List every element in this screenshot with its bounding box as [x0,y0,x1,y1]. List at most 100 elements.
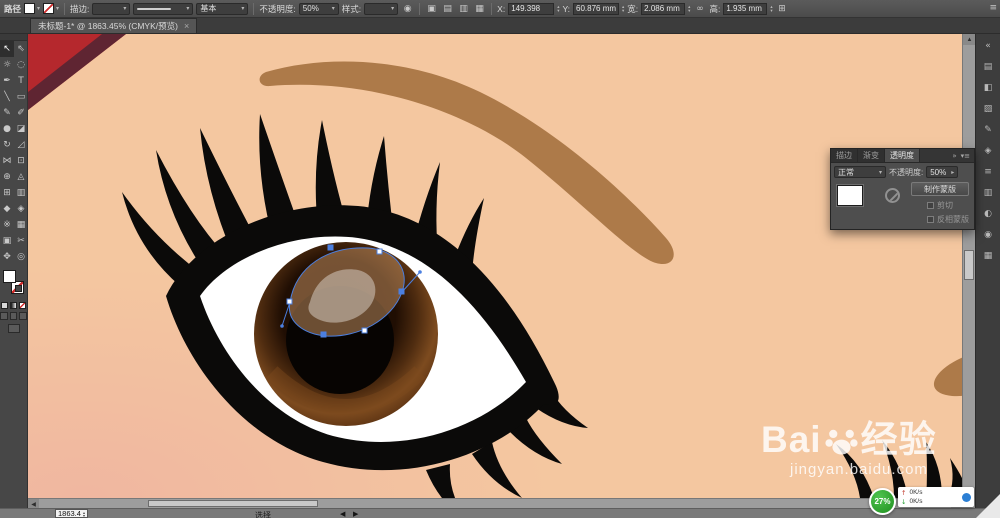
progress-badge[interactable]: 27% [869,488,896,515]
column-graph-tool[interactable]: ▦ [14,217,28,233]
eyedropper-tool[interactable]: ◆ [0,201,14,217]
slice-tool[interactable]: ✂ [14,233,28,249]
scale-tool[interactable]: ◿ [14,137,28,153]
blend-tool[interactable]: ◈ [14,201,28,217]
anchor-point[interactable] [320,331,327,338]
opacity-combo[interactable]: 50% ▾ [298,2,339,15]
anchor-point[interactable] [376,248,383,255]
width-field[interactable]: 2.086 mm [641,2,686,15]
shape-builder-tool[interactable]: ⊕ [0,169,14,185]
stroke-color-swatch[interactable]: ▾ [43,3,59,14]
gradient-tool[interactable]: ▥ [14,185,28,201]
perspective-grid-tool[interactable]: ◬ [14,169,28,185]
y-stepper[interactable]: ▴ ▾ [622,4,624,13]
panel-flyout-menu-icon[interactable]: ▾≡ [961,152,970,160]
tab-stroke[interactable]: 描边 [831,149,858,162]
zoom-tool[interactable]: ◎ [14,249,28,265]
layers-panel-icon[interactable]: ▦ [979,247,997,264]
bezier-handle[interactable] [418,270,422,274]
speed-widget[interactable]: ↑ 0K/s ↓ 0K/s [898,487,974,507]
direct-selection-tool[interactable]: ⇖ [14,41,28,57]
widget-settings-icon[interactable] [962,492,971,502]
zoom-level-combo[interactable]: 1863.4 ▴ ▾ [55,509,88,518]
pencil-tool[interactable]: ✐ [14,105,28,121]
swatches-panel-icon[interactable]: ▨ [979,100,997,117]
appearance-panel-icon[interactable]: ◉ [979,226,997,243]
rotate-tool[interactable]: ↻ [0,137,14,153]
tab-transparency[interactable]: 透明度 [885,149,920,162]
recolor-artwork-icon[interactable]: ◉ [401,4,414,14]
gradient-button[interactable] [10,302,17,309]
tools-panel-header[interactable] [0,34,27,41]
document-setup-icon[interactable]: ▣ [425,4,438,14]
none-button[interactable] [19,302,26,309]
width-stepper[interactable]: ▴ ▾ [688,4,690,13]
panel-menu-icon[interactable]: ≡ [989,3,997,13]
transform-icon[interactable]: ⊞ [776,4,789,14]
mask-thumbnail[interactable] [879,185,905,206]
artboard-prev-icon[interactable]: ◀ [340,510,345,518]
anchor-point[interactable] [398,288,405,295]
horizontal-scroll-thumb[interactable] [148,500,318,507]
x-field[interactable]: 149.398 [508,2,555,15]
clip-checkbox[interactable]: 剪切 [927,200,953,211]
style-combo[interactable]: ▾ [364,2,399,15]
color-guide-panel-icon[interactable]: ◧ [979,79,997,96]
panel-opacity-combo[interactable]: 50% ▸ [926,166,959,178]
align-right-icon[interactable]: ▦ [473,4,486,14]
blob-brush-tool[interactable]: ● [0,121,14,137]
artboard-next-icon[interactable]: ▶ [353,510,358,518]
make-mask-button[interactable]: 制作蒙版 [911,182,969,196]
y-field[interactable]: 60.876 mm [573,2,620,15]
magic-wand-tool[interactable]: ☼ [0,57,14,73]
object-thumbnail[interactable] [837,185,863,206]
vertical-scrollbar[interactable]: ▲ ▼ [962,34,976,498]
fill-color-swatch[interactable]: ▾ [24,3,40,14]
free-transform-tool[interactable]: ⊡ [14,153,28,169]
anchor-point[interactable] [361,327,368,334]
brushes-panel-icon[interactable]: ✎ [979,121,997,138]
mesh-tool[interactable]: ⊞ [0,185,14,201]
anchor-point[interactable] [327,244,334,251]
line-segment-tool[interactable]: ╲ [0,89,14,105]
document-tab[interactable]: 未标题-1* @ 1863.45% (CMYK/预览) × [30,18,198,33]
fill-proxy-swatch[interactable] [3,270,16,283]
zoom-stepper[interactable]: ▴ ▾ [83,510,85,517]
gradient-panel-icon[interactable]: ▥ [979,184,997,201]
draw-behind-button[interactable] [9,312,18,320]
variable-width-combo[interactable]: ▾ [133,2,194,15]
blend-mode-combo[interactable]: 正常 ▾ [834,166,886,178]
pen-tool[interactable]: ✒ [0,73,14,89]
link-dimensions-icon[interactable]: ∞ [693,4,706,14]
hand-tool[interactable]: ✥ [0,249,14,265]
width-tool[interactable]: ⋈ [0,153,14,169]
symbols-panel-icon[interactable]: ◈ [979,142,997,159]
canvas-area[interactable]: Bai 经验 jingyan.baidu.com [28,34,962,498]
type-tool[interactable]: T [14,73,28,89]
bezier-handle[interactable] [280,324,284,328]
draw-inside-button[interactable] [19,312,28,320]
stroke-panel-icon[interactable]: ≡ [979,163,997,180]
brush-definition-combo[interactable]: 基本 ▾ [196,2,249,15]
anchor-point[interactable] [286,298,293,305]
draw-normal-button[interactable] [0,312,8,320]
selection-tool[interactable]: ↖ [0,41,14,57]
color-panel-icon[interactable]: ▤ [979,58,997,75]
x-stepper[interactable]: ▴ ▾ [557,4,559,13]
eraser-tool[interactable]: ◪ [14,121,28,137]
expand-panels-icon[interactable]: « [979,37,997,54]
artboard-tool[interactable]: ▣ [0,233,14,249]
align-left-icon[interactable]: ▤ [441,4,454,14]
stroke-width-combo[interactable]: ▾ [92,2,131,15]
symbol-sprayer-tool[interactable]: ※ [0,217,14,233]
tab-gradient[interactable]: 渐变 [858,149,885,162]
horizontal-scrollbar[interactable]: ◀ ▶ [28,498,962,509]
tab-close-icon[interactable]: × [184,21,189,31]
vertical-scroll-thumb[interactable] [964,250,974,280]
align-center-icon[interactable]: ▥ [457,4,470,14]
invert-mask-checkbox[interactable]: 反相蒙版 [927,214,969,225]
resize-grip[interactable] [976,494,1000,518]
color-button[interactable] [1,302,8,309]
transparency-panel-icon[interactable]: ◐ [979,205,997,222]
panel-collapse-icon[interactable]: » [952,152,956,160]
